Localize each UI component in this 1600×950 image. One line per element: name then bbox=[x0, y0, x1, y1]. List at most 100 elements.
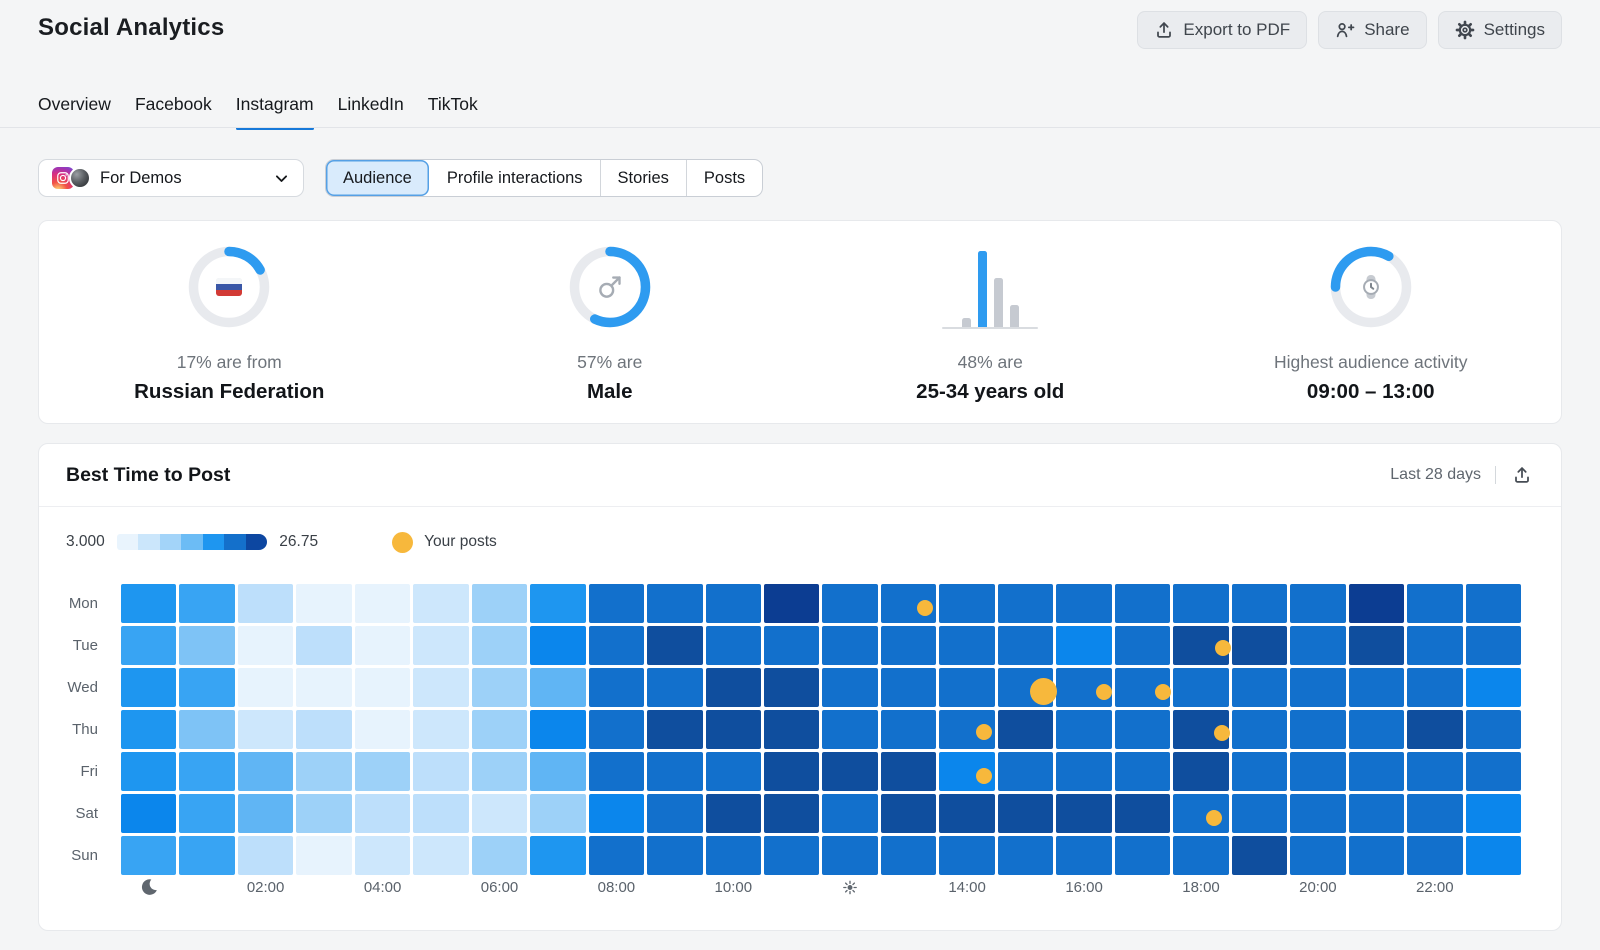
heatmap-cell-sat-19[interactable] bbox=[1232, 794, 1287, 833]
heatmap-cell-mon-12[interactable] bbox=[822, 584, 877, 623]
heatmap-cell-sun-3[interactable] bbox=[296, 836, 351, 875]
heatmap-cell-tue-8[interactable] bbox=[589, 626, 644, 665]
heatmap-cell-thu-7[interactable] bbox=[530, 710, 585, 749]
heatmap-cell-tue-6[interactable] bbox=[472, 626, 527, 665]
export-pdf-button[interactable]: Export to PDF bbox=[1137, 11, 1307, 49]
heatmap-cell-fri-16[interactable] bbox=[1056, 752, 1111, 791]
heatmap-cell-wed-3[interactable] bbox=[296, 668, 351, 707]
heatmap-cell-sun-2[interactable] bbox=[238, 836, 293, 875]
heatmap-cell-sat-15[interactable] bbox=[998, 794, 1053, 833]
heatmap-cell-tue-12[interactable] bbox=[822, 626, 877, 665]
heatmap-cell-mon-14[interactable] bbox=[939, 584, 994, 623]
segment-posts[interactable]: Posts bbox=[686, 160, 762, 196]
heatmap-cell-wed-18[interactable] bbox=[1173, 668, 1228, 707]
heatmap-cell-mon-16[interactable] bbox=[1056, 584, 1111, 623]
heatmap-cell-thu-20[interactable] bbox=[1290, 710, 1345, 749]
heatmap-cell-mon-17[interactable] bbox=[1115, 584, 1170, 623]
heatmap-cell-fri-20[interactable] bbox=[1290, 752, 1345, 791]
heatmap-cell-sat-7[interactable] bbox=[530, 794, 585, 833]
heatmap-cell-sat-23[interactable] bbox=[1466, 794, 1521, 833]
heatmap-cell-mon-6[interactable] bbox=[472, 584, 527, 623]
heatmap-cell-tue-14[interactable] bbox=[939, 626, 994, 665]
heatmap-cell-tue-7[interactable] bbox=[530, 626, 585, 665]
heatmap-cell-mon-0[interactable] bbox=[121, 584, 176, 623]
heatmap-cell-sun-5[interactable] bbox=[413, 836, 468, 875]
heatmap-cell-thu-17[interactable] bbox=[1115, 710, 1170, 749]
heatmap-cell-sun-6[interactable] bbox=[472, 836, 527, 875]
heatmap-cell-sat-11[interactable] bbox=[764, 794, 819, 833]
heatmap-cell-sat-5[interactable] bbox=[413, 794, 468, 833]
heatmap-cell-sat-21[interactable] bbox=[1349, 794, 1404, 833]
heatmap-cell-mon-22[interactable] bbox=[1407, 584, 1462, 623]
heatmap-cell-mon-3[interactable] bbox=[296, 584, 351, 623]
heatmap-cell-sun-14[interactable] bbox=[939, 836, 994, 875]
heatmap-cell-tue-2[interactable] bbox=[238, 626, 293, 665]
heatmap-cell-wed-9[interactable] bbox=[647, 668, 702, 707]
heatmap-cell-sun-9[interactable] bbox=[647, 836, 702, 875]
heatmap-cell-mon-7[interactable] bbox=[530, 584, 585, 623]
heatmap-cell-thu-18[interactable] bbox=[1173, 710, 1228, 749]
heatmap-cell-wed-7[interactable] bbox=[530, 668, 585, 707]
heatmap-cell-wed-21[interactable] bbox=[1349, 668, 1404, 707]
heatmap-cell-sun-23[interactable] bbox=[1466, 836, 1521, 875]
heatmap-cell-fri-14[interactable] bbox=[939, 752, 994, 791]
heatmap-cell-sun-7[interactable] bbox=[530, 836, 585, 875]
heatmap-cell-sun-12[interactable] bbox=[822, 836, 877, 875]
heatmap-cell-wed-17[interactable] bbox=[1115, 668, 1170, 707]
heatmap-cell-mon-2[interactable] bbox=[238, 584, 293, 623]
heatmap-cell-mon-5[interactable] bbox=[413, 584, 468, 623]
heatmap-cell-sat-9[interactable] bbox=[647, 794, 702, 833]
heatmap-cell-fri-18[interactable] bbox=[1173, 752, 1228, 791]
heatmap-cell-tue-10[interactable] bbox=[706, 626, 761, 665]
heatmap-cell-sat-12[interactable] bbox=[822, 794, 877, 833]
heatmap-cell-sun-20[interactable] bbox=[1290, 836, 1345, 875]
heatmap-cell-tue-16[interactable] bbox=[1056, 626, 1111, 665]
heatmap-cell-wed-15[interactable] bbox=[998, 668, 1053, 707]
heatmap-cell-thu-0[interactable] bbox=[121, 710, 176, 749]
segment-stories[interactable]: Stories bbox=[600, 160, 686, 196]
heatmap-cell-mon-9[interactable] bbox=[647, 584, 702, 623]
heatmap-cell-thu-1[interactable] bbox=[179, 710, 234, 749]
heatmap-cell-mon-18[interactable] bbox=[1173, 584, 1228, 623]
tab-linkedin[interactable]: LinkedIn bbox=[338, 94, 404, 128]
tab-tiktok[interactable]: TikTok bbox=[428, 94, 478, 128]
heatmap-cell-thu-15[interactable] bbox=[998, 710, 1053, 749]
settings-button[interactable]: Settings bbox=[1438, 11, 1562, 49]
heatmap-cell-mon-13[interactable] bbox=[881, 584, 936, 623]
heatmap-cell-tue-21[interactable] bbox=[1349, 626, 1404, 665]
heatmap-cell-thu-6[interactable] bbox=[472, 710, 527, 749]
heatmap-cell-fri-17[interactable] bbox=[1115, 752, 1170, 791]
heatmap-cell-sat-14[interactable] bbox=[939, 794, 994, 833]
heatmap-cell-sun-10[interactable] bbox=[706, 836, 761, 875]
heatmap-cell-tue-3[interactable] bbox=[296, 626, 351, 665]
heatmap-cell-wed-20[interactable] bbox=[1290, 668, 1345, 707]
heatmap-cell-sat-20[interactable] bbox=[1290, 794, 1345, 833]
heatmap-cell-sat-3[interactable] bbox=[296, 794, 351, 833]
heatmap-cell-tue-15[interactable] bbox=[998, 626, 1053, 665]
heatmap-cell-sun-1[interactable] bbox=[179, 836, 234, 875]
heatmap-cell-fri-3[interactable] bbox=[296, 752, 351, 791]
heatmap-cell-thu-21[interactable] bbox=[1349, 710, 1404, 749]
heatmap-cell-thu-8[interactable] bbox=[589, 710, 644, 749]
heatmap-cell-thu-13[interactable] bbox=[881, 710, 936, 749]
heatmap-cell-thu-16[interactable] bbox=[1056, 710, 1111, 749]
segment-profile-interactions[interactable]: Profile interactions bbox=[429, 160, 600, 196]
heatmap-cell-sun-15[interactable] bbox=[998, 836, 1053, 875]
heatmap-cell-sat-22[interactable] bbox=[1407, 794, 1462, 833]
heatmap-cell-tue-11[interactable] bbox=[764, 626, 819, 665]
heatmap-cell-sat-0[interactable] bbox=[121, 794, 176, 833]
heatmap-cell-fri-21[interactable] bbox=[1349, 752, 1404, 791]
heatmap-cell-sun-0[interactable] bbox=[121, 836, 176, 875]
heatmap-cell-thu-2[interactable] bbox=[238, 710, 293, 749]
heatmap-cell-fri-8[interactable] bbox=[589, 752, 644, 791]
heatmap-cell-fri-19[interactable] bbox=[1232, 752, 1287, 791]
heatmap-cell-mon-23[interactable] bbox=[1466, 584, 1521, 623]
heatmap-cell-tue-17[interactable] bbox=[1115, 626, 1170, 665]
heatmap-cell-sun-13[interactable] bbox=[881, 836, 936, 875]
heatmap-cell-sun-18[interactable] bbox=[1173, 836, 1228, 875]
heatmap-cell-wed-0[interactable] bbox=[121, 668, 176, 707]
heatmap-cell-mon-10[interactable] bbox=[706, 584, 761, 623]
heatmap-cell-mon-19[interactable] bbox=[1232, 584, 1287, 623]
heatmap-cell-fri-11[interactable] bbox=[764, 752, 819, 791]
heatmap-cell-wed-2[interactable] bbox=[238, 668, 293, 707]
